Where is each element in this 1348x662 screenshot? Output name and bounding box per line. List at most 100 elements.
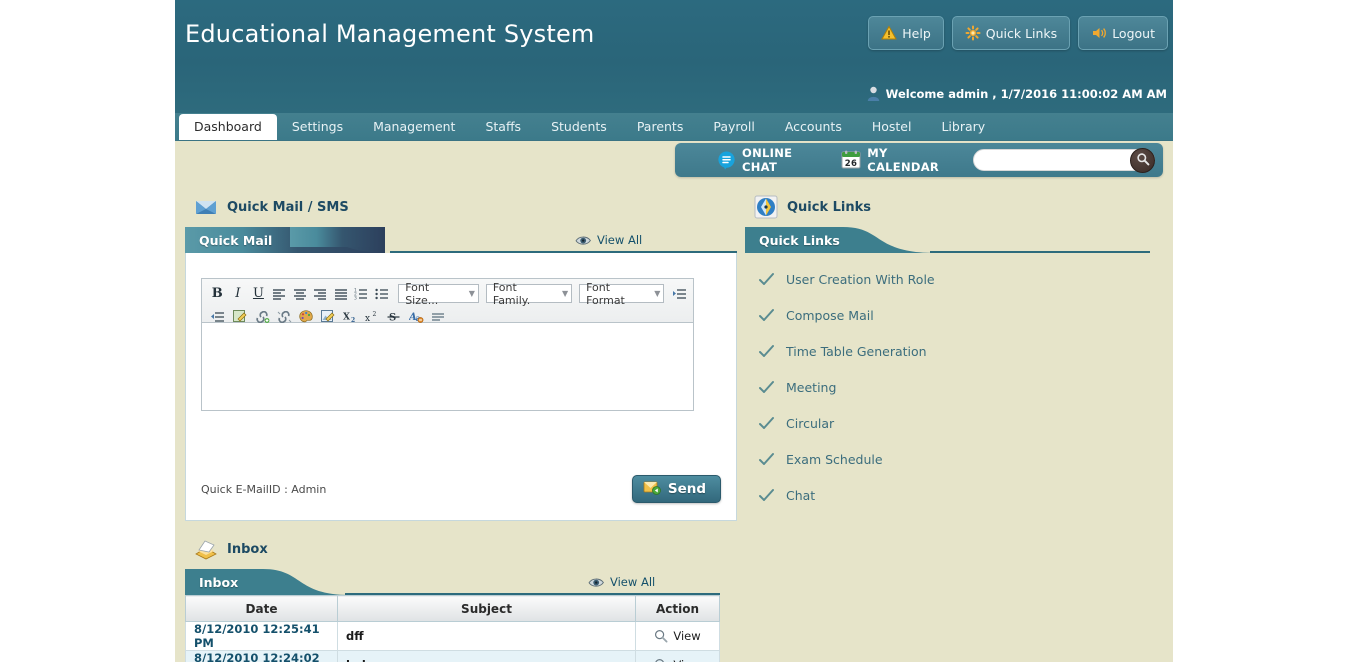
inbox-row-action[interactable]: View	[635, 650, 720, 662]
header-button-group: Help Quick Links Logout	[868, 16, 1168, 50]
inbox-tab-label: Inbox	[199, 574, 239, 590]
svg-text:2: 2	[373, 311, 377, 318]
column-header-date: Date	[185, 595, 338, 622]
nav-tab-dashboard[interactable]: Dashboard	[179, 114, 277, 140]
chevron-down-icon: ▼	[468, 289, 475, 298]
indent-icon[interactable]	[208, 307, 228, 327]
table-row[interactable]: 8/12/2010 12:24:02 PM kghg Vie	[185, 650, 720, 662]
send-button[interactable]: Send	[631, 475, 721, 503]
help-button[interactable]: Help	[868, 16, 944, 50]
quick-link-circular[interactable]: Circular	[745, 405, 1163, 441]
logout-button-label: Logout	[1112, 25, 1155, 41]
quick-links-tabhead: Quick Links	[745, 227, 1150, 253]
search-icon	[1136, 151, 1150, 170]
ordered-list-icon[interactable]: 123	[352, 284, 371, 304]
page-title: Educational Management System	[185, 20, 595, 48]
avatar	[867, 86, 880, 101]
nav-tab-label: Management	[373, 119, 456, 134]
quick-mail-panel-title: Quick Mail / SMS	[227, 199, 349, 215]
check-icon	[759, 344, 774, 359]
mail-body-input[interactable]	[201, 323, 694, 411]
color-palette-icon[interactable]	[296, 307, 316, 327]
toolstrip-area: ONLINE CHAT 26 MY CALENDAR	[175, 141, 1173, 187]
column-header-subject: Subject	[337, 595, 636, 622]
nav-tab-hostel[interactable]: Hostel	[857, 114, 927, 140]
quick-mail-panel-header: Quick Mail / SMS	[185, 187, 737, 227]
strikethrough-icon[interactable]: S	[384, 307, 404, 327]
quick-link-label: Meeting	[786, 379, 837, 395]
paragraph-icon[interactable]	[428, 307, 448, 327]
chevron-down-icon: ▼	[561, 289, 569, 298]
nav-tab-label: Payroll	[713, 119, 755, 134]
quick-link-label: Time Table Generation	[786, 343, 927, 359]
nav-tab-settings[interactable]: Settings	[277, 114, 358, 140]
align-left-icon[interactable]	[270, 284, 289, 304]
superscript-icon[interactable]: x2	[362, 307, 382, 327]
font-format-value: Font Format	[586, 280, 625, 307]
nav-tab-parents[interactable]: Parents	[622, 114, 699, 140]
inbox-row-date: 8/12/2010 12:25:41 PM	[185, 621, 338, 651]
subscript-icon[interactable]: X2	[340, 307, 360, 327]
quick-link-chat[interactable]: Chat	[745, 477, 1163, 513]
inbox-view-all[interactable]: View All	[588, 575, 655, 589]
inbox-table: Date Subject Action 8/12/2010 12:25:41 P…	[185, 595, 720, 662]
edit-note-icon[interactable]	[230, 307, 250, 327]
editor-toolbar: B I U 1 2 3 Font Size... ▼ Font Family. …	[201, 278, 694, 323]
quick-link-meeting[interactable]: Meeting	[745, 369, 1163, 405]
align-right-icon[interactable]	[311, 284, 330, 304]
quick-mail-card: B I U 1 2 3 Font Size... ▼ Font Family. …	[185, 253, 737, 521]
table-row[interactable]: 8/12/2010 12:25:41 PM dff View	[185, 621, 720, 651]
nav-tab-payroll[interactable]: Payroll	[698, 114, 770, 140]
bold-icon[interactable]: B	[208, 284, 227, 304]
inbox-row-action[interactable]: View	[635, 621, 720, 651]
quick-link-label: Chat	[786, 487, 816, 503]
align-justify-icon[interactable]	[331, 284, 350, 304]
font-family-select[interactable]: Font Family. ▼	[485, 281, 573, 307]
send-button-label: Send	[667, 481, 706, 497]
chevron-down-icon: ▼	[654, 289, 661, 298]
nav-tab-label: Settings	[291, 119, 344, 134]
font-format-select[interactable]: Font Format ▼	[579, 281, 665, 307]
inbox-row-subject: dff	[337, 621, 636, 651]
nav-tab-staffs[interactable]: Staffs	[470, 114, 536, 140]
list-properties-icon[interactable]	[670, 284, 689, 304]
quick-link-compose-mail[interactable]: Compose Mail	[745, 297, 1163, 333]
quick-links-button[interactable]: Quick Links	[951, 16, 1071, 50]
nav-tab-library[interactable]: Library	[926, 114, 1000, 140]
left-column: Quick Mail / SMS Quick Mail View All B I…	[185, 187, 737, 662]
svg-text:3: 3	[354, 295, 357, 300]
search-button[interactable]	[1130, 148, 1155, 173]
svg-text:x: x	[365, 314, 370, 323]
my-calendar-button[interactable]: 26 MY CALENDAR	[841, 146, 957, 174]
quick-link-exam-schedule[interactable]: Exam Schedule	[745, 441, 1163, 477]
text-color-icon[interactable]: Aa	[406, 307, 426, 327]
help-button-label: Help	[902, 25, 931, 41]
column-header-action: Action	[635, 595, 720, 622]
table-header-row: Date Subject Action	[185, 595, 720, 622]
check-icon	[759, 416, 774, 431]
nav-tab-students[interactable]: Students	[536, 114, 622, 140]
my-calendar-label: MY CALENDAR	[867, 146, 940, 174]
search-input[interactable]	[983, 151, 1146, 172]
online-chat-button[interactable]: ONLINE CHAT	[717, 146, 825, 174]
welcome-bar: Welcome admin , 1/7/2016 11:00:02 AM AM	[867, 86, 1167, 101]
unordered-list-icon[interactable]	[373, 284, 392, 304]
insert-link-icon[interactable]	[252, 307, 272, 327]
inbox-tray-icon	[194, 537, 218, 561]
quick-link-label: User Creation With Role	[786, 271, 935, 287]
quick-link-time-table-generation[interactable]: Time Table Generation	[745, 333, 1163, 369]
insert-image-icon[interactable]	[318, 307, 338, 327]
font-size-select[interactable]: Font Size... ▼	[398, 281, 479, 307]
warning-icon	[881, 25, 898, 41]
remove-link-icon[interactable]	[274, 307, 294, 327]
italic-icon[interactable]: I	[229, 284, 248, 304]
nav-tab-accounts[interactable]: Accounts	[770, 114, 857, 140]
quick-link-user-creation-with-role[interactable]: User Creation With Role	[745, 261, 1163, 297]
utility-toolstrip: ONLINE CHAT 26 MY CALENDAR	[675, 143, 1163, 177]
nav-tab-management[interactable]: Management	[358, 114, 470, 140]
quick-mail-view-all[interactable]: View All	[575, 233, 642, 247]
svg-text:X: X	[343, 313, 350, 323]
underline-icon[interactable]: U	[249, 284, 268, 304]
align-center-icon[interactable]	[290, 284, 309, 304]
logout-button[interactable]: Logout	[1078, 16, 1168, 50]
